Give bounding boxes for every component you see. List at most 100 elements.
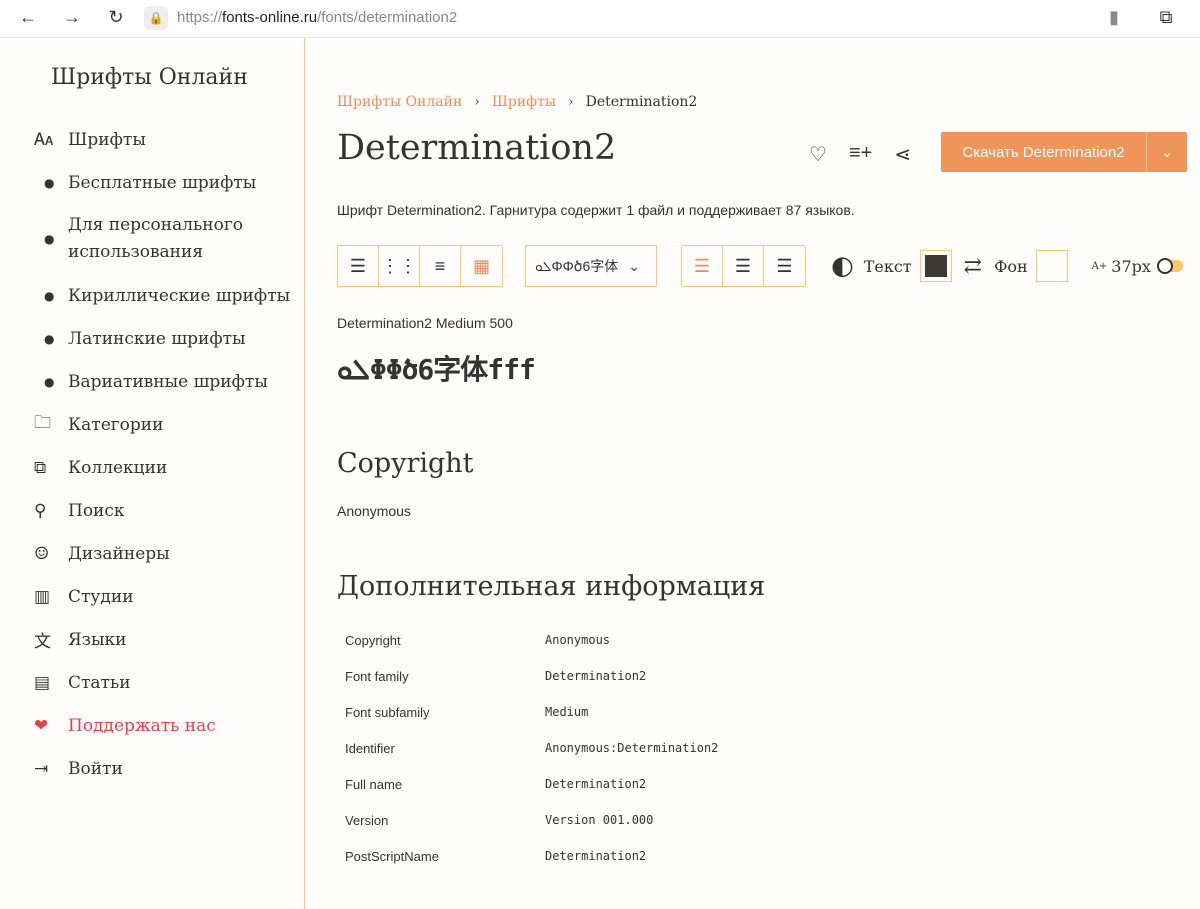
align-right-icon[interactable]: ☰ [764, 246, 805, 286]
sidebar-nav: 🗛 Шрифты ● Бесплатные шрифты ● Для персональн… [34, 118, 290, 790]
reload-icon[interactable]: ↻ [105, 7, 127, 28]
bg-color-label: Фон [994, 256, 1028, 276]
bookmark-icon[interactable]: ▮ [1103, 7, 1125, 28]
info-key: PostScriptName [345, 848, 439, 864]
font-icon: 🗛 [34, 129, 54, 150]
table-row: Full name Determination2 [337, 766, 718, 802]
site-logo[interactable]: Шрифты Онлайн [51, 65, 248, 90]
favorite-heart-icon[interactable]: ♡ [809, 142, 827, 167]
font-size-value: 37px [1111, 256, 1151, 276]
info-key: Font family [345, 668, 409, 684]
sidebar-item[interactable]: 🗀 Категории [34, 403, 290, 446]
sidebar-item[interactable]: ⚲ Поиск [34, 489, 290, 532]
size-slider[interactable] [1156, 258, 1183, 274]
layout-compact-icon[interactable]: ⋮⋮ [379, 246, 420, 286]
layout-list-icon[interactable]: ☰ [338, 246, 379, 286]
align-left-icon[interactable]: ☰ [682, 246, 723, 286]
info-key: Copyright [345, 632, 401, 648]
bullet-icon: ● [44, 175, 55, 190]
info-value: Determination2 [545, 849, 647, 863]
breadcrumb: Шрифты Онлайн › Шрифты › Determination2 [337, 94, 698, 110]
sidebar-item-label: Бесплатные шрифты [68, 172, 257, 193]
sidebar-item[interactable]: ● Латинские шрифты [34, 317, 290, 360]
text-color-label: Текст [863, 256, 912, 276]
sidebar-item-label: Вариативные шрифты [68, 371, 268, 392]
sidebar-item-label: Статьи [68, 672, 131, 693]
preview-select-value: ܠܘΦΦծ6字体 [535, 258, 619, 274]
table-row: Version Version 001.000 [337, 802, 718, 838]
chevron-down-icon: ⌄ [628, 257, 641, 274]
login-icon: ⇥ [34, 758, 49, 779]
sidebar-item[interactable]: ▤ Статьи [34, 661, 290, 704]
info-key: Font subfamily [345, 704, 430, 720]
forward-icon[interactable]: → [61, 7, 83, 28]
swap-colors-icon[interactable]: ⇄ [964, 254, 982, 279]
bullet-icon: ● [44, 374, 55, 389]
search-icon: ⚲ [34, 500, 47, 521]
sidebar-item-label: Языки [68, 629, 127, 650]
info-key: Full name [345, 776, 403, 792]
sidebar-item[interactable]: ● Бесплатные шрифты [34, 161, 290, 204]
sidebar-item[interactable]: ⇥ Войти [34, 747, 290, 790]
font-description: Шрифт Determination2. Гарнитура содержит… [337, 202, 855, 218]
sidebar-item[interactable]: ▥ Студии [34, 575, 290, 618]
breadcrumb-fonts[interactable]: Шрифты [492, 94, 556, 110]
address-bar[interactable]: https://fonts-online.ru/fonts/determinat… [177, 9, 457, 26]
sidebar-item-label: Шрифты [68, 129, 146, 150]
align-group: ☰ ☰ ☰ [681, 245, 806, 287]
page-title: Determination2 [337, 128, 617, 168]
sidebar-item[interactable]: ⧉ Коллекции [34, 446, 290, 489]
folder-icon: 🗀 [34, 413, 51, 433]
info-value: Determination2 [545, 669, 647, 683]
table-row: PostScriptName Determination2 [337, 838, 718, 874]
sidebar-item-label: Латинские шрифты [68, 328, 246, 349]
sidebar-item-label: Поиск [68, 500, 125, 521]
info-key: Version [345, 812, 389, 828]
sidebar: Шрифты Онлайн 🗛 Шрифты ● Бесплатные шрифты ●… [4, 38, 305, 909]
table-row: Font family Determination2 [337, 658, 718, 694]
sidebar-item[interactable]: ☺ Дизайнеры [34, 532, 290, 575]
sidebar-item-label: Для персонального использования [68, 215, 244, 262]
person-icon: ☺ [34, 543, 50, 564]
sidebar-item-label: Дизайнеры [68, 543, 170, 564]
breadcrumb-current: Determination2 [585, 94, 698, 110]
info-value: Determination2 [545, 777, 647, 791]
bullet-icon: ● [44, 331, 55, 346]
back-icon[interactable]: ← [17, 7, 39, 28]
copyright-heading: Copyright [337, 448, 474, 479]
bullet-icon: ● [44, 231, 55, 246]
info-table: Copyright Anonymous Font family Determinati… [337, 622, 718, 874]
bg-color-swatch[interactable] [1035, 250, 1068, 282]
sidebar-item-label: Студии [68, 586, 134, 607]
lock-icon[interactable]: 🔒 [144, 6, 168, 30]
sidebar-item[interactable]: ❤ Поддержать нас [34, 704, 290, 747]
reader-icon[interactable]: ⧉ [1155, 7, 1177, 28]
table-row: Copyright Anonymous [337, 622, 718, 658]
contrast-icon[interactable]: ◐ [831, 251, 854, 281]
layout-left-icon[interactable]: ≡ [420, 246, 461, 286]
info-value: Medium [545, 705, 589, 719]
sidebar-item[interactable]: ● Вариативные шрифты [34, 360, 290, 403]
layout-grid-icon[interactable]: ▦ [461, 246, 502, 286]
share-icon[interactable]: ⋖ [894, 142, 911, 167]
sidebar-item[interactable]: 文 Языки [34, 618, 290, 661]
font-size-icon: A+ [1091, 260, 1108, 272]
sidebar-item-label: Категории [68, 414, 164, 435]
info-value: Anonymous:Determination2 [545, 741, 719, 755]
download-options-chevron-icon[interactable]: ⌄ [1147, 132, 1187, 172]
sidebar-item[interactable]: 🗛 Шрифты [34, 118, 290, 161]
font-sample[interactable]: ܠܘΦΦծ6字体fff [337, 348, 536, 388]
download-button-group: Скачать Determination2 ⌄ [941, 132, 1187, 172]
info-value: Version 001.000 [545, 813, 654, 827]
align-center-icon[interactable]: ☰ [723, 246, 764, 286]
preview-text-select[interactable]: ܠܘΦΦծ6字体 ⌄ [525, 245, 657, 287]
sidebar-item-label: Поддержать нас [68, 715, 216, 736]
layout-toggle-group: ☰ ⋮⋮ ≡ ▦ [337, 245, 503, 287]
info-heading: Дополнительная информация [337, 571, 766, 602]
download-button[interactable]: Скачать Determination2 [941, 132, 1147, 172]
sidebar-item[interactable]: ● Кириллические шрифты [34, 274, 290, 317]
breadcrumb-home[interactable]: Шрифты Онлайн [337, 94, 462, 110]
sidebar-item[interactable]: ● Для персонального использования [34, 204, 290, 274]
text-color-swatch[interactable] [919, 250, 952, 282]
add-to-list-icon[interactable]: ≡+ [849, 142, 872, 167]
